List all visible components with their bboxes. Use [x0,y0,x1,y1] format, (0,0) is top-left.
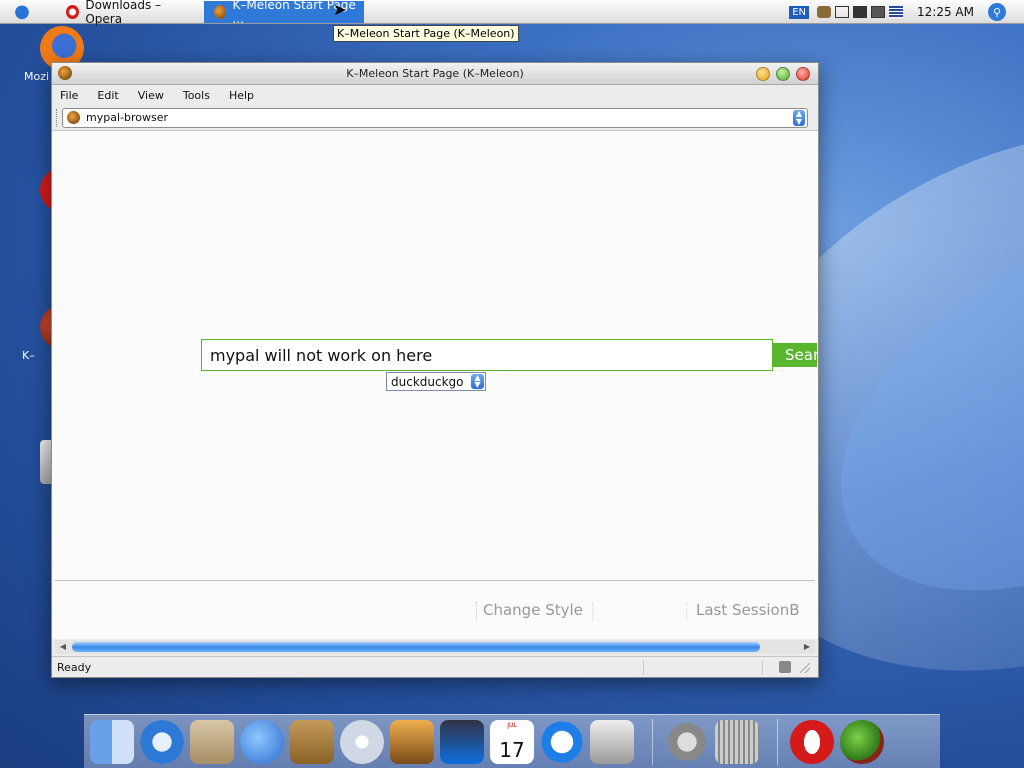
search-engine-value: duckduckgo [391,374,464,389]
page-content: Sear duckduckgo ▲▼ Change Style Last Ses… [52,131,818,639]
search-field[interactable] [201,339,773,371]
search-button[interactable]: Sear [773,343,817,367]
apple-menu-icon[interactable]: ● [0,0,44,24]
status-text: Ready [57,660,92,674]
display-icon[interactable] [871,6,886,18]
security-lock-icon[interactable] [779,661,791,673]
kmeleon-icon [58,66,72,80]
iphoto-icon[interactable] [390,719,434,764]
safari-icon[interactable] [140,719,184,764]
search-icon[interactable]: ⚲ [988,3,1006,21]
toolbar-grip[interactable] [56,108,58,127]
imovie-icon[interactable] [440,719,484,764]
itunes-icon[interactable] [340,719,384,764]
status-separator [643,660,644,675]
url-dropdown-button[interactable]: ▲ ▼ [793,109,805,126]
quicktime-icon[interactable] [540,719,584,764]
user-icon[interactable] [817,6,832,18]
opera-icon[interactable] [790,719,834,764]
close-button[interactable] [796,67,810,81]
language-indicator[interactable]: EN [789,5,810,19]
kmeleon-icon [214,4,227,19]
search-engine-select[interactable]: duckduckgo ▲ ▼ [386,372,486,391]
task-label: Downloads – Opera [85,0,162,26]
resize-grip-icon[interactable] [800,663,810,673]
downloads-stack-icon[interactable] [665,719,709,764]
window-titlebar[interactable]: K–Meleon Start Page (K–Meleon) [52,63,818,85]
mouse-cursor-icon: ➤ [333,0,347,19]
top-taskbar: ● Downloads – Opera K–Meleon Start Page … [0,0,1024,26]
battery-icon[interactable] [835,6,850,18]
calendar-month: JUL [507,721,517,729]
tooltip: K–Meleon Start Page (K–Meleon) [333,25,519,42]
menu-view[interactable]: View [136,89,166,102]
menu-tools[interactable]: Tools [181,89,212,102]
clock[interactable]: 12:25 AM [917,5,974,19]
change-style-link[interactable]: Change Style [476,601,586,619]
last-session-link[interactable]: Last SessionB [690,601,808,619]
url-input[interactable] [86,111,766,124]
dock-separator [652,718,653,765]
volume-icon[interactable] [853,6,868,18]
trash-icon[interactable] [715,719,759,764]
browser-window: K–Meleon Start Page (K–Meleon) File Edit… [51,62,819,678]
calendar-day: 17 [499,737,525,762]
favicon-icon [67,111,80,124]
network-icon[interactable] [889,6,904,18]
ichat-icon[interactable] [240,719,284,764]
menu-bar: File Edit View Tools Help [52,85,818,105]
system-preferences-icon[interactable] [590,719,634,764]
menu-edit[interactable]: Edit [95,89,120,102]
scroll-left-icon[interactable]: ◀ [57,640,69,654]
system-tray: EN 12:25 AM ⚲ [789,0,1024,24]
menu-file[interactable]: File [58,89,80,102]
minimize-button[interactable] [756,67,770,81]
maximize-button[interactable] [776,67,790,81]
mail-icon[interactable] [190,719,234,764]
opera-icon [66,4,80,19]
status-separator [762,660,763,675]
scrollbar-thumb[interactable] [72,642,760,652]
horizontal-scrollbar[interactable]: ◀ ▶ [55,640,815,654]
url-bar[interactable]: ▲▼ [62,107,808,128]
task-opera-downloads[interactable]: Downloads – Opera [44,0,204,26]
dock-separator [777,718,778,765]
footer-divider [55,580,815,581]
finder-icon[interactable] [90,719,134,764]
scroll-right-icon[interactable]: ▶ [801,640,813,654]
menu-help[interactable]: Help [227,89,256,102]
search-input[interactable] [210,345,760,365]
ical-icon[interactable]: JUL 17 [490,719,534,764]
engine-dropdown-icon: ▲ ▼ [471,374,484,389]
address-book-icon[interactable] [290,719,334,764]
kmeleon-icon[interactable] [840,719,884,764]
url-toolbar: ▲▼ [52,105,818,131]
status-bar: Ready [52,656,818,677]
window-title: K–Meleon Start Page (K–Meleon) [346,67,524,80]
footer-spacer [592,603,687,621]
dock: JUL 17 [84,714,940,768]
